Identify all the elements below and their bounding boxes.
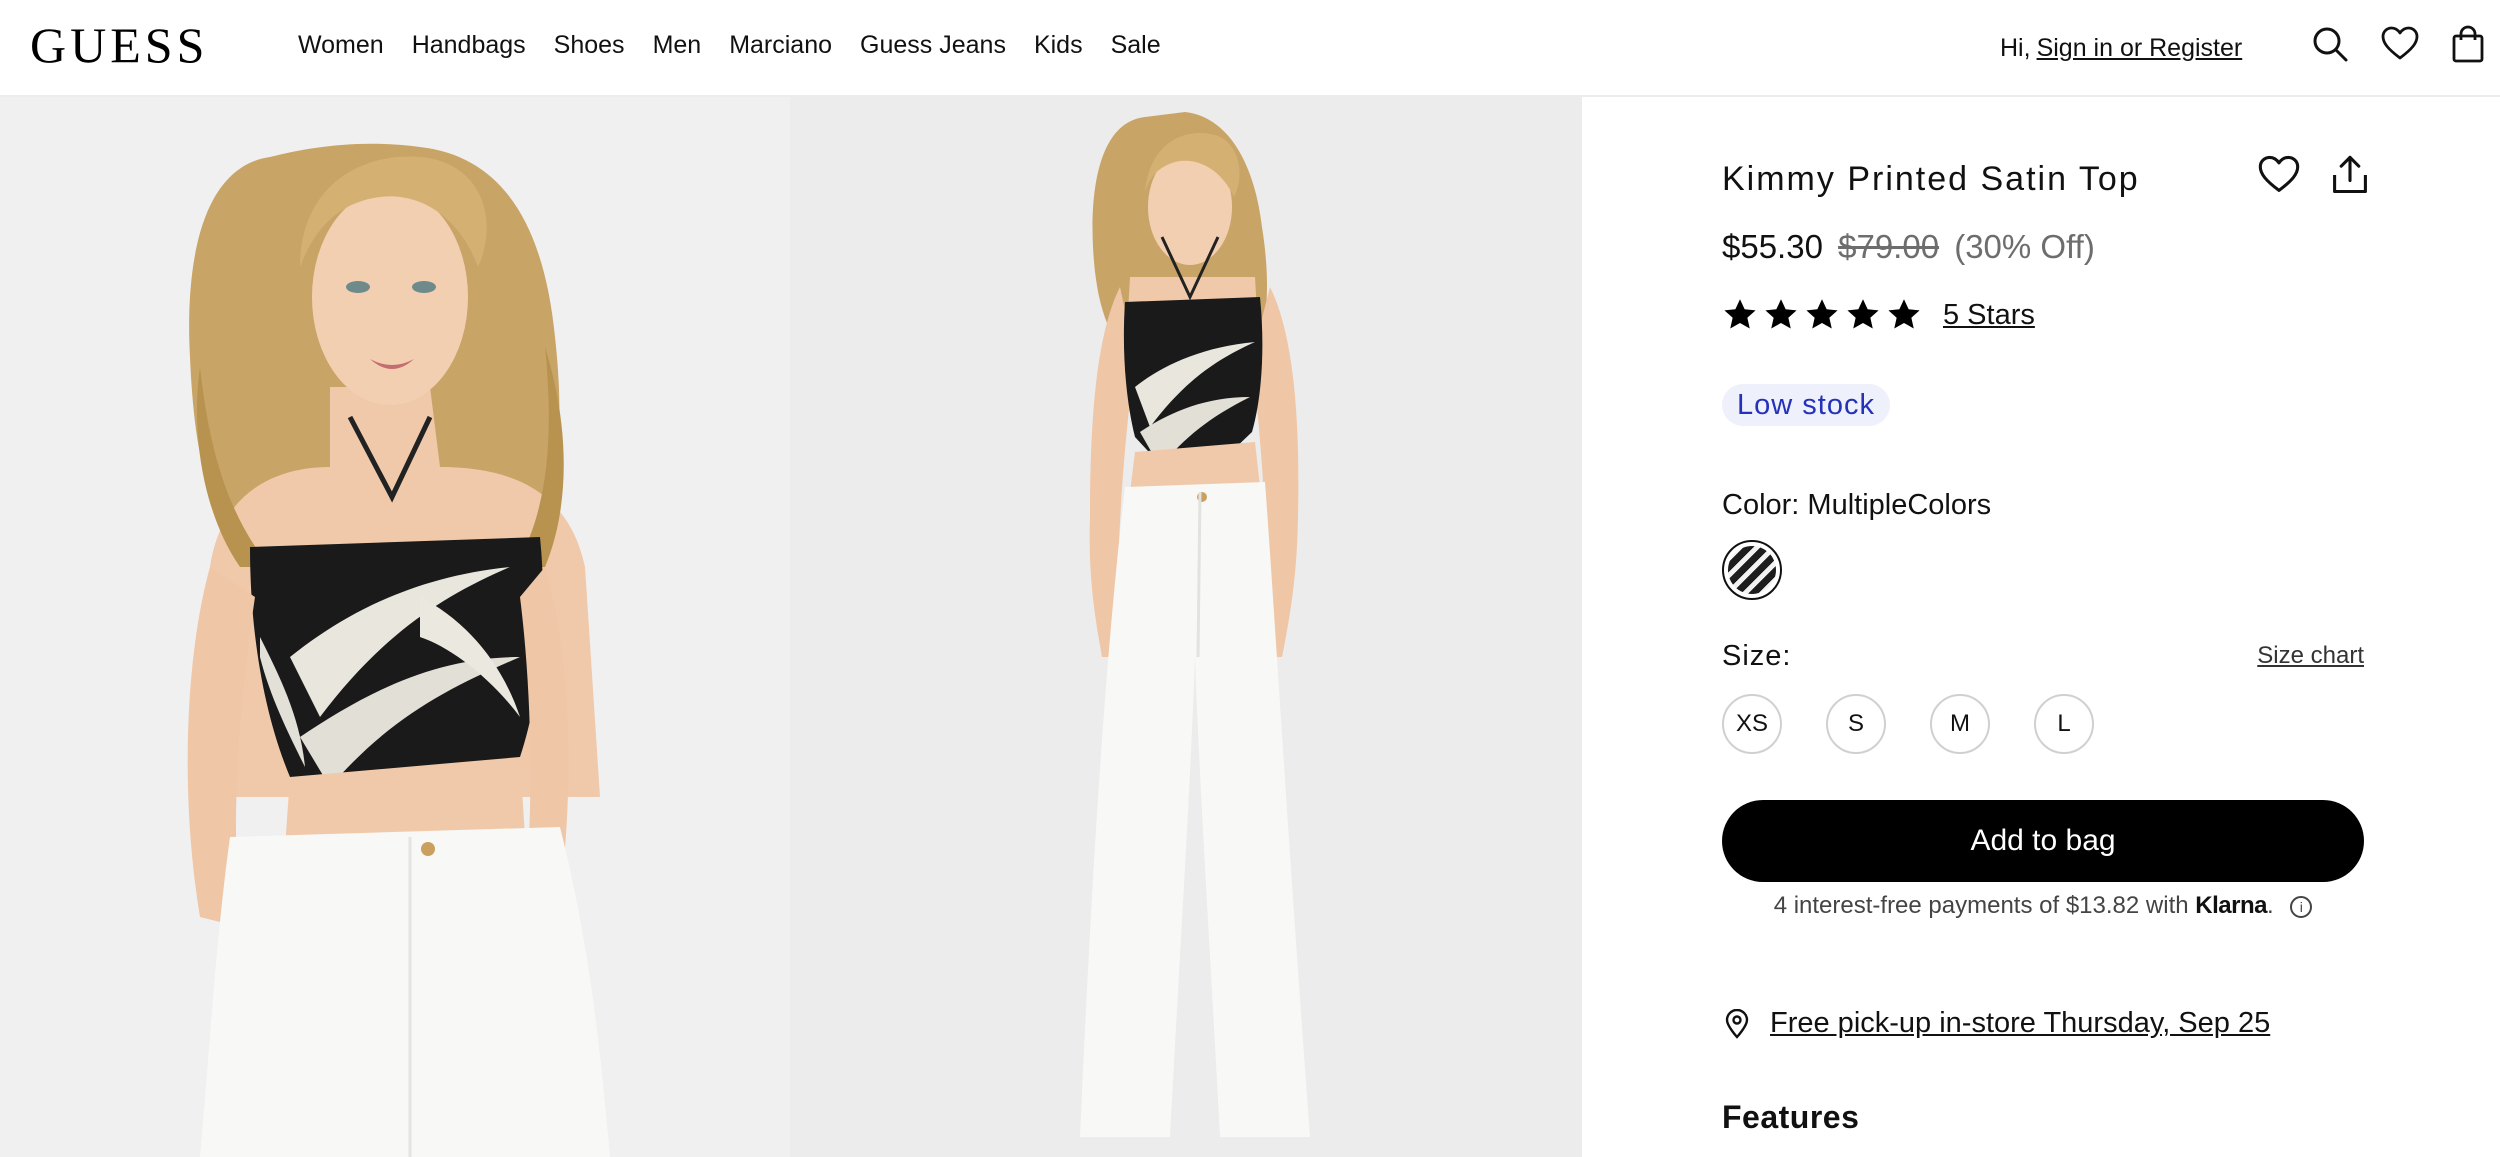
nav-shoes[interactable]: Shoes: [554, 30, 625, 60]
nav-women[interactable]: Women: [298, 30, 384, 60]
size-option-m[interactable]: M: [1930, 694, 1990, 754]
search-icon[interactable]: [2310, 24, 2350, 64]
store-pickup: Free pick-up in-store Thursday, Sep 25: [1722, 1007, 2270, 1040]
info-icon[interactable]: i: [2290, 895, 2313, 918]
wishlist-heart-icon[interactable]: [2257, 153, 2301, 197]
star-icon: [1847, 299, 1879, 329]
size-label: Size:: [1722, 640, 1792, 672]
stock-badge: Low stock: [1722, 384, 1890, 426]
greeting-text: Hi,: [2000, 34, 2031, 62]
guess-logo[interactable]: GUESS: [30, 20, 208, 70]
discount-label: (30% Off): [1954, 228, 2095, 265]
product-photo-front[interactable]: [0, 97, 790, 1157]
color-swatch-multiplecolors[interactable]: [1722, 540, 1782, 600]
original-price: $79.00: [1838, 228, 1940, 265]
star-icon: [1724, 299, 1756, 329]
share-icon[interactable]: [2328, 153, 2372, 197]
product-title: Kimmy Printed Satin Top: [1722, 160, 2140, 198]
rating-stars[interactable]: 5 Stars: [1722, 297, 2035, 333]
heart-icon[interactable]: [2380, 24, 2420, 64]
sale-price: $55.30: [1722, 228, 1823, 265]
nav-marciano[interactable]: Marciano: [729, 30, 832, 60]
nav-handbags[interactable]: Handbags: [412, 30, 526, 60]
klarna-logo: Klarna: [2195, 892, 2267, 919]
price-row: $55.30 $79.00 (30% Off): [1722, 227, 2095, 267]
size-option-xs[interactable]: XS: [1722, 694, 1782, 754]
features-heading: Features: [1722, 1099, 1860, 1135]
add-to-bag-button[interactable]: Add to bag: [1722, 800, 2364, 882]
site-header: GUESS Women Handbags Shoes Men Marciano …: [0, 0, 2500, 97]
nav-sale[interactable]: Sale: [1111, 30, 1161, 60]
sign-in-link[interactable]: Sign in or Register: [2037, 34, 2243, 62]
pickup-link[interactable]: Free pick-up in-store Thursday, Sep 25: [1770, 1007, 2270, 1040]
star-icon: [1765, 299, 1797, 329]
shopping-bag-icon[interactable]: [2448, 24, 2488, 64]
location-pin-icon: [1725, 1008, 1749, 1039]
klarna-suffix: .: [2266, 892, 2274, 919]
account-greeting: Hi, Sign in or Register: [2000, 33, 2242, 63]
klarna-text: 4 interest-free payments of $13.82 with: [1773, 892, 2189, 919]
rating-label[interactable]: 5 Stars: [1943, 299, 2035, 332]
nav-guess-jeans[interactable]: Guess Jeans: [860, 30, 1006, 60]
size-options: XS S M L: [1722, 694, 2138, 754]
swatch-pattern: [1728, 546, 1776, 594]
main-nav: Women Handbags Shoes Men Marciano Guess …: [298, 30, 1189, 60]
klarna-installments: 4 interest-free payments of $13.82 with …: [1722, 886, 2364, 926]
color-label: Color: MultipleColors: [1722, 489, 1992, 521]
size-option-l[interactable]: L: [2034, 694, 2094, 754]
nav-kids[interactable]: Kids: [1034, 30, 1083, 60]
size-chart-link[interactable]: Size chart: [2257, 642, 2364, 670]
nav-men[interactable]: Men: [653, 30, 702, 60]
star-icon: [1888, 299, 1920, 329]
star-icon: [1806, 299, 1838, 329]
size-option-s[interactable]: S: [1826, 694, 1886, 754]
product-photo-full-length[interactable]: [790, 97, 1582, 1157]
